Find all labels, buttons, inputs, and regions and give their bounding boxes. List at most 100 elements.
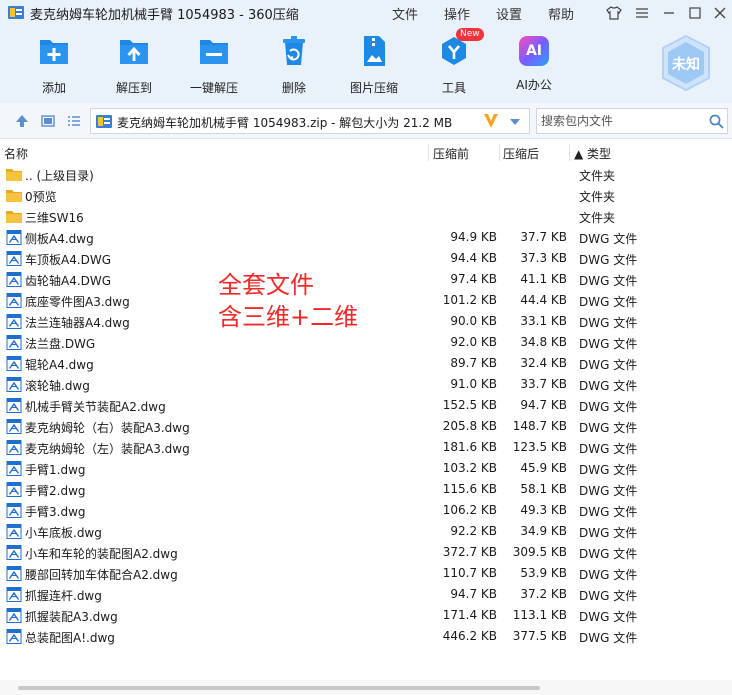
verified-icon[interactable] [483,112,499,130]
file-row[interactable]: 法兰连轴器A4.dwg 90.0 KB 33.1 KB DWG 文件 [0,311,732,332]
column-type[interactable]: ▲ 类型 [574,145,611,162]
close-button[interactable] [709,3,731,23]
dwg-file-icon [6,587,22,602]
row-size-before: 110.7 KB [442,566,497,580]
menu-help[interactable]: 帮助 [548,4,574,23]
search-input[interactable] [537,109,703,133]
horizontal-scrollbar[interactable] [18,686,540,690]
file-row[interactable]: 抓握连杆.dwg 94.7 KB 37.2 KB DWG 文件 [0,584,732,605]
delete-button[interactable]: 删除 [249,34,339,96]
add-button[interactable]: 添加 [9,34,99,96]
column-size-after[interactable]: 压缩后 [503,145,539,162]
hamburger-icon [636,8,648,18]
row-name: 0预览 [25,190,57,204]
dwg-file-icon [6,293,22,308]
column-divider[interactable] [428,144,429,161]
archive-path: 麦克纳姆车轮加机械手臂 1054983.zip - 解包大小为 21.2 MB [117,116,453,130]
menu-settings[interactable]: 设置 [496,4,522,23]
file-row[interactable]: 车顶板A4.DWG 94.4 KB 37.3 KB DWG 文件 [0,248,732,269]
minimize-icon [664,12,674,14]
file-row[interactable]: 麦克纳姆轮（右）装配A3.dwg 205.8 KB 148.7 KB DWG 文件 [0,416,732,437]
dwg-file-icon [6,230,22,245]
column-divider[interactable] [569,144,570,161]
list-view-icon[interactable] [66,113,82,129]
image-compress-button[interactable]: 图片压缩 [329,34,419,96]
row-name: 滚轮轴.dwg [25,379,90,393]
dwg-file-icon [6,272,22,287]
delete-label: 删除 [281,81,306,95]
file-row[interactable]: 底座零件图A3.dwg 101.2 KB 44.4 KB DWG 文件 [0,290,732,311]
file-row[interactable]: 滚轮轴.dwg 91.0 KB 33.7 KB DWG 文件 [0,374,732,395]
file-row[interactable]: 法兰盘.DWG 92.0 KB 34.8 KB DWG 文件 [0,332,732,353]
file-row[interactable]: 手臂3.dwg 106.2 KB 49.3 KB DWG 文件 [0,500,732,521]
row-size-after: 148.7 KB [512,419,567,433]
row-size-after: 123.5 KB [512,440,567,454]
row-type: DWG 文件 [579,484,638,498]
file-row[interactable]: 腰部回转加车体配合A2.dwg 110.7 KB 53.9 KB DWG 文件 [0,563,732,584]
row-size-before: 205.8 KB [442,419,497,433]
column-name[interactable]: 名称 [4,145,28,162]
row-size-after: 45.9 KB [520,461,567,475]
promo-line-2: 含三维+二维 [218,303,359,331]
row-size-after: 37.7 KB [520,230,567,244]
extract-to-button[interactable]: 解压到 [89,34,179,96]
row-size-after: 33.1 KB [520,314,567,328]
row-name: 车顶板A4.DWG [25,253,112,267]
file-row[interactable]: 总装配图A!.dwg 446.2 KB 377.5 KB DWG 文件 [0,626,732,647]
chevron-down-icon[interactable] [509,117,521,127]
ai-office-button[interactable]: AI AI办公 [489,34,579,93]
dwg-file-icon [6,566,22,581]
tools-label: 工具 [441,81,466,95]
search-icon[interactable] [709,114,724,129]
shirt-icon [606,6,622,20]
menu-button[interactable] [631,3,653,23]
dwg-file-icon [6,629,22,644]
file-row[interactable]: 辊轮A4.dwg 89.7 KB 32.4 KB DWG 文件 [0,353,732,374]
row-size-before: 94.7 KB [450,587,497,601]
up-arrow-icon[interactable] [14,113,30,129]
file-row[interactable]: 麦克纳姆轮（左）装配A3.dwg 181.6 KB 123.5 KB DWG 文件 [0,437,732,458]
row-size-before: 97.4 KB [450,272,497,286]
row-type: 文件夹 [579,169,616,183]
search-field[interactable] [536,108,728,134]
row-name: 麦克纳姆轮（左）装配A3.dwg [25,442,190,456]
row-size-after: 377.5 KB [512,629,567,643]
brand-badge[interactable]: 未知 [660,34,712,92]
row-type: 文件夹 [579,211,616,225]
row-size-after: 34.9 KB [520,524,567,538]
tools-button[interactable]: New 工具 [409,28,499,96]
file-row[interactable]: 手臂2.dwg 115.6 KB 58.1 KB DWG 文件 [0,479,732,500]
maximize-button[interactable] [684,3,706,23]
row-size-after: 53.9 KB [520,566,567,580]
row-size-before: 89.7 KB [450,356,497,370]
menu-file[interactable]: 文件 [392,4,418,23]
new-badge: New [456,28,484,41]
column-divider[interactable] [499,144,500,161]
skin-button[interactable] [603,3,625,23]
row-type: DWG 文件 [579,421,638,435]
address-bar: 麦克纳姆车轮加机械手臂 1054983.zip - 解包大小为 21.2 MB [0,103,732,139]
folder-row[interactable]: 三维SW16 文件夹 [0,206,732,227]
row-type: DWG 文件 [579,232,638,246]
path-field[interactable]: 麦克纳姆车轮加机械手臂 1054983.zip - 解包大小为 21.2 MB [90,108,530,134]
column-size-before[interactable]: 压缩前 [433,145,469,162]
dwg-file-icon [6,461,22,476]
row-name: 机械手臂关节装配A2.dwg [25,400,166,414]
file-row[interactable]: 齿轮轴A4.DWG 97.4 KB 41.1 KB DWG 文件 [0,269,732,290]
file-row[interactable]: 小车底板.dwg 92.2 KB 34.9 KB DWG 文件 [0,521,732,542]
archive-app-icon [8,6,24,19]
one-click-extract-button[interactable]: 一键解压 [169,34,259,96]
file-row[interactable]: 侧板A4.dwg 94.9 KB 37.7 KB DWG 文件 [0,227,732,248]
file-row[interactable]: 手臂1.dwg 103.2 KB 45.9 KB DWG 文件 [0,458,732,479]
minimize-button[interactable] [658,3,680,23]
row-size-before: 90.0 KB [450,314,497,328]
file-row[interactable]: 机械手臂关节装配A2.dwg 152.5 KB 94.7 KB DWG 文件 [0,395,732,416]
file-row[interactable]: 抓握装配A3.dwg 171.4 KB 113.1 KB DWG 文件 [0,605,732,626]
file-row[interactable]: 小车和车轮的装配图A2.dwg 372.7 KB 309.5 KB DWG 文件 [0,542,732,563]
row-name: 小车底板.dwg [25,526,102,540]
folder-row[interactable]: 0预览 文件夹 [0,185,732,206]
thumbnail-view-icon[interactable] [40,113,56,129]
row-name: .. (上级目录) [25,169,94,183]
menu-operate[interactable]: 操作 [444,4,470,23]
folder-row[interactable]: .. (上级目录) 文件夹 [0,164,732,185]
